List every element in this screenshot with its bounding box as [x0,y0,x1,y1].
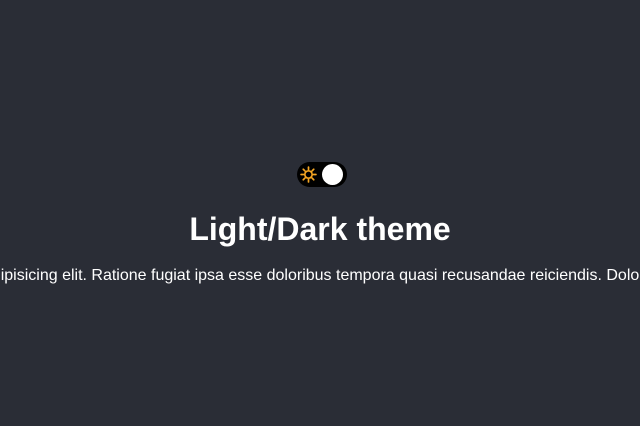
page-title: Light/Dark theme [189,211,451,247]
page: Light/Dark theme Lorem ipsum dolor sit a… [0,0,640,426]
toggle-knob[interactable] [322,164,343,185]
theme-toggle[interactable] [297,162,347,187]
body-paragraph: Lorem ipsum dolor sit amet consectetur a… [0,267,640,284]
sun-icon [300,166,317,183]
